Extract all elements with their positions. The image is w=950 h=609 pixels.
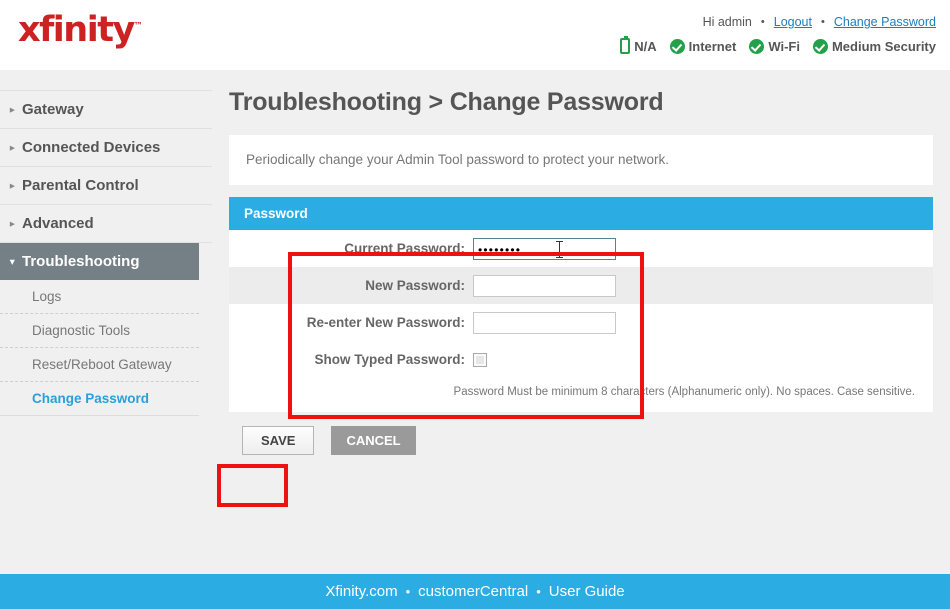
sidebar-item-label: Connected Devices	[22, 139, 161, 156]
page-footer: Xfinity.com • customerCentral • User Gui…	[0, 574, 950, 609]
current-password-value: ••••••••	[478, 242, 522, 257]
sidebar-item-parental-control[interactable]: ▸ Parental Control	[0, 167, 212, 205]
status-wifi[interactable]: Wi-Fi	[749, 38, 800, 54]
greeting-text: Hi admin	[702, 15, 752, 29]
chevron-right-icon: ▸	[10, 104, 15, 114]
status-security-label: Medium Security	[831, 38, 936, 54]
sidebar-item-troubleshooting[interactable]: ▾ Troubleshooting	[0, 243, 199, 280]
panel-header: Password	[229, 197, 933, 230]
sidebar-subitem-diagnostic-tools[interactable]: Diagnostic Tools	[0, 314, 199, 348]
sidebar-item-label: Advanced	[22, 215, 94, 232]
form-row-reenter-password: Re-enter New Password:	[229, 304, 933, 341]
form-row-new-password: New Password:	[229, 267, 933, 304]
reenter-password-label: Re-enter New Password:	[306, 315, 465, 330]
sidebar-subitem-change-password[interactable]: Change Password	[0, 382, 199, 416]
footer-link-xfinity[interactable]: Xfinity.com	[325, 583, 397, 600]
chevron-right-icon: ▸	[10, 218, 15, 228]
status-internet[interactable]: Internet	[669, 38, 737, 54]
password-requirements-hint: Password Must be minimum 8 characters (A…	[453, 386, 915, 398]
panel-title: Password	[244, 206, 308, 221]
check-circle-icon	[749, 38, 765, 54]
description-text: Periodically change your Admin Tool pass…	[246, 152, 669, 167]
sidebar-item-label: Troubleshooting	[22, 253, 140, 270]
password-form-panel: Password Current Password: •••••••• New …	[229, 197, 933, 412]
footer-separator-1: •	[405, 584, 411, 599]
logo-trademark: ™	[133, 21, 143, 32]
sidebar-item-advanced[interactable]: ▸ Advanced	[0, 205, 212, 243]
reenter-password-input[interactable]	[473, 311, 616, 334]
logout-link[interactable]: Logout	[774, 15, 812, 29]
status-security[interactable]: Medium Security	[812, 38, 936, 54]
text-cursor-icon	[556, 240, 563, 258]
form-row-show-typed-password: Show Typed Password:	[229, 341, 933, 378]
sidebar-nav: ▸ Gateway ▸ Connected Devices ▸ Parental…	[0, 70, 212, 416]
sidebar-item-gateway[interactable]: ▸ Gateway	[0, 90, 212, 129]
new-password-label: New Password:	[365, 278, 465, 293]
status-battery[interactable]: N/A	[620, 36, 657, 54]
cancel-button[interactable]: CANCEL	[331, 426, 416, 455]
change-password-link[interactable]: Change Password	[834, 15, 936, 29]
current-password-input[interactable]: ••••••••	[473, 237, 616, 260]
sidebar-item-connected-devices[interactable]: ▸ Connected Devices	[0, 129, 212, 167]
logo-text: xfinity	[18, 10, 135, 50]
status-internet-label: Internet	[688, 38, 737, 54]
sidebar-subitem-reset-reboot-gateway[interactable]: Reset/Reboot Gateway	[0, 348, 199, 382]
bullet-separator-2: •	[820, 16, 825, 28]
page-header: xfinity™ Hi admin • Logout • Change Pass…	[0, 0, 950, 70]
footer-link-user-guide[interactable]: User Guide	[549, 583, 625, 600]
description-panel: Periodically change your Admin Tool pass…	[229, 135, 933, 185]
battery-icon	[620, 36, 631, 54]
show-typed-password-label: Show Typed Password:	[314, 352, 465, 367]
chevron-right-icon: ▸	[10, 142, 15, 152]
user-account-row: Hi admin • Logout • Change Password	[703, 15, 936, 29]
bullet-separator-1: •	[760, 16, 765, 28]
status-wifi-label: Wi-Fi	[768, 38, 800, 54]
new-password-input[interactable]	[473, 274, 616, 297]
check-circle-icon	[669, 38, 685, 54]
page-title: Troubleshooting > Change Password	[229, 88, 664, 116]
footer-link-customercentral[interactable]: customerCentral	[418, 583, 528, 600]
save-button[interactable]: SAVE	[242, 426, 315, 455]
page-body: ▸ Gateway ▸ Connected Devices ▸ Parental…	[0, 70, 950, 566]
sidebar-subitem-logs[interactable]: Logs	[0, 280, 199, 314]
sidebar-item-label: Parental Control	[22, 177, 139, 194]
status-battery-label: N/A	[634, 38, 657, 54]
form-row-current-password: Current Password: ••••••••	[229, 230, 933, 267]
footer-separator-2: •	[536, 584, 541, 599]
main-content: Troubleshooting > Change Password Period…	[212, 70, 950, 455]
form-buttons: SAVE CANCEL	[242, 426, 950, 455]
chevron-down-icon: ▾	[10, 256, 15, 266]
chevron-right-icon: ▸	[10, 180, 15, 190]
sidebar-item-label: Gateway	[22, 101, 84, 118]
check-circle-icon	[812, 38, 828, 54]
status-indicator-row: N/A Internet Wi-Fi Medium Security	[620, 36, 936, 54]
show-typed-password-checkbox[interactable]	[473, 352, 487, 367]
current-password-label: Current Password:	[344, 241, 465, 256]
xfinity-logo: xfinity™	[18, 10, 143, 50]
